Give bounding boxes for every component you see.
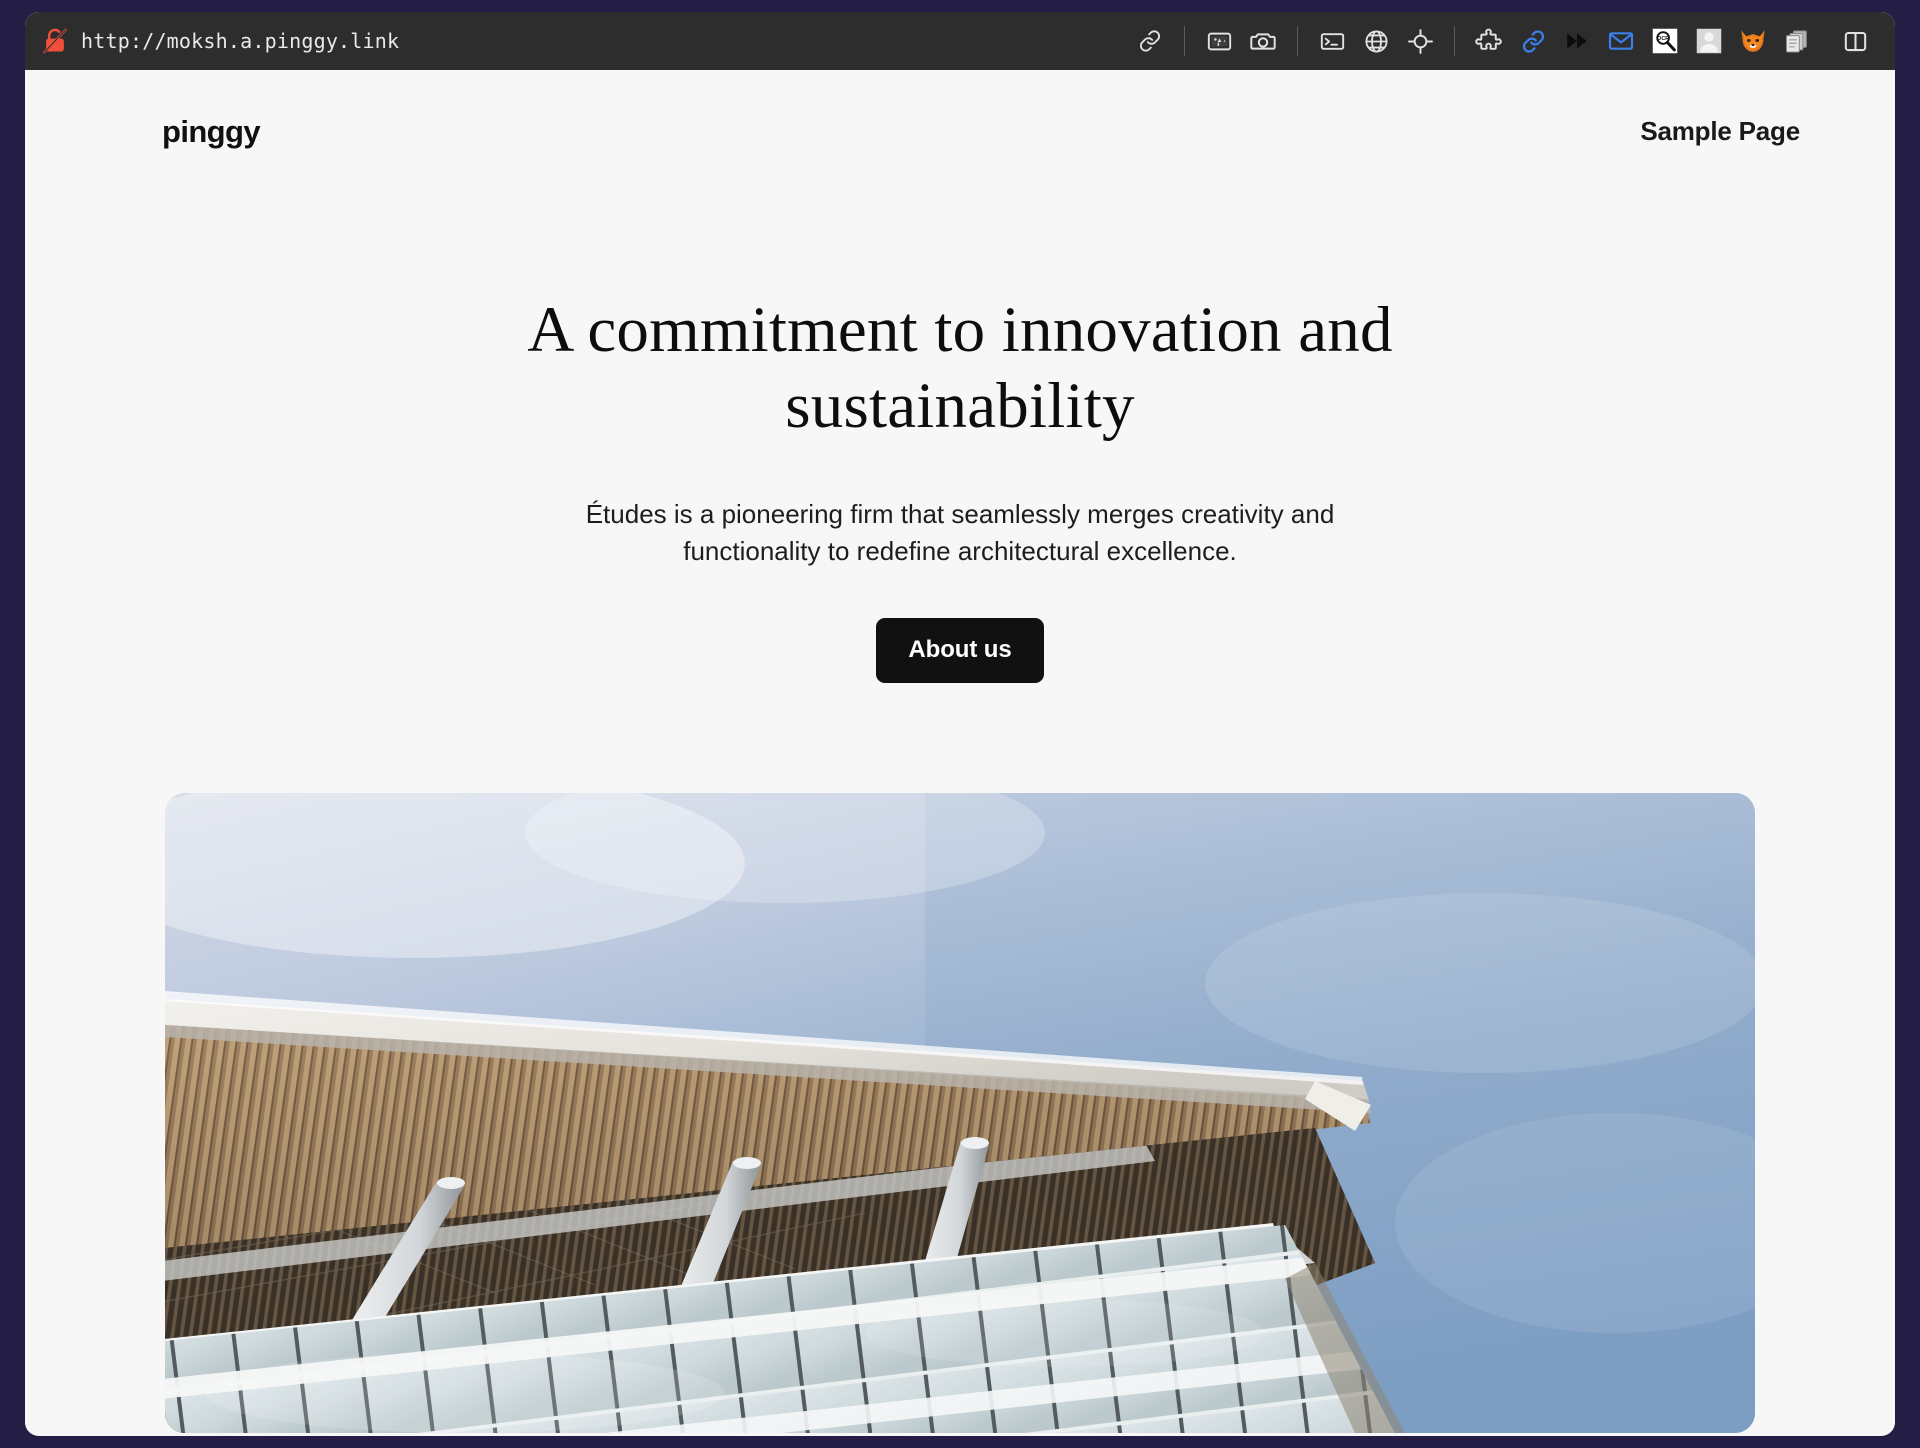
about-us-button[interactable]: About us — [876, 617, 1044, 683]
insecure-lock-slash-icon — [41, 27, 69, 55]
chain-link-icon[interactable] — [1128, 19, 1172, 63]
toolbar-icon-group: OCR — [1128, 19, 1877, 63]
page-title: A commitment to innovation and sustainab… — [527, 294, 1393, 443]
sidebar-panel-icon[interactable] — [1833, 19, 1877, 63]
ocr-magnifier-icon[interactable]: OCR — [1643, 19, 1687, 63]
desktop-background: http://moksh.a.pinggy.link OCR pinggy Sa… — [0, 0, 1920, 1448]
blue-chain-link-icon[interactable] — [1511, 19, 1555, 63]
image-capture-icon[interactable] — [1197, 19, 1241, 63]
hero-subtitle: Études is a pioneering firm that seamles… — [585, 499, 1335, 566]
url-bar[interactable]: http://moksh.a.pinggy.link — [41, 27, 399, 55]
site-logo[interactable]: pinggy — [162, 116, 261, 147]
fast-forward-icon[interactable] — [1555, 19, 1599, 63]
separator-1 — [1184, 26, 1185, 56]
separator-3 — [1454, 26, 1455, 56]
browser-toolbar: http://moksh.a.pinggy.link OCR — [25, 12, 1895, 70]
crosshair-target-icon[interactable] — [1398, 19, 1442, 63]
hero-architecture-image — [165, 792, 1755, 1433]
puzzle-piece-extensions-icon[interactable] — [1467, 19, 1511, 63]
page-viewport: pinggy Sample Page A commitment to innov… — [25, 70, 1895, 1436]
document-stack-icon[interactable] — [1775, 19, 1819, 63]
sidebar-item-sample-page[interactable]: Sample Page — [1640, 116, 1800, 147]
envelope-mail-icon[interactable] — [1599, 19, 1643, 63]
hero-section: A commitment to innovation and sustainab… — [25, 147, 1895, 1433]
site-header: pinggy Sample Page — [25, 70, 1895, 147]
globe-icon[interactable] — [1354, 19, 1398, 63]
url-text[interactable]: http://moksh.a.pinggy.link — [81, 29, 399, 53]
hero-image-container — [165, 792, 1755, 1433]
user-avatar-icon[interactable] — [1687, 19, 1731, 63]
camera-icon[interactable] — [1241, 19, 1285, 63]
terminal-icon[interactable] — [1310, 19, 1354, 63]
browser-window: http://moksh.a.pinggy.link OCR pinggy Sa… — [25, 12, 1895, 1436]
fox-wallet-icon[interactable] — [1731, 19, 1775, 63]
separator-2 — [1297, 26, 1298, 56]
